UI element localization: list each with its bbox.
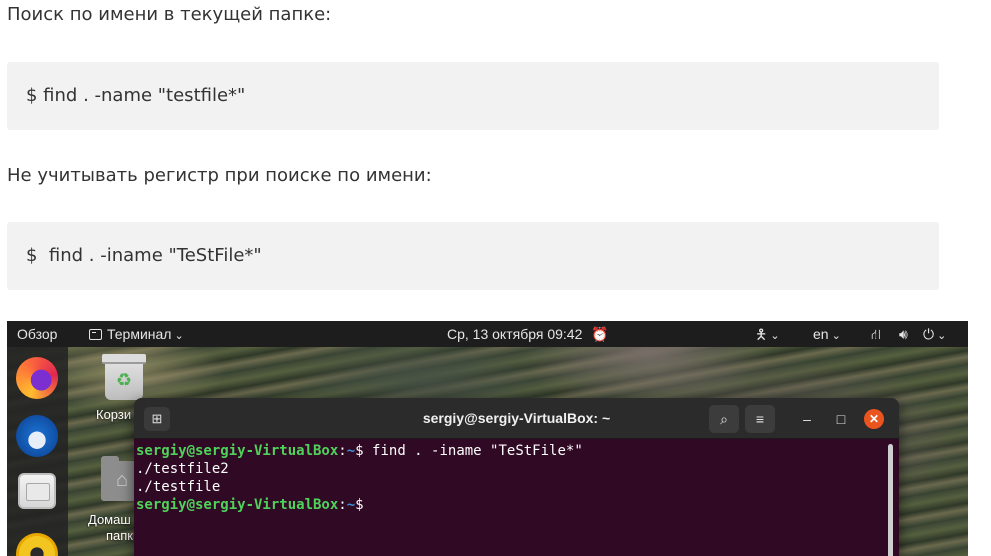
prompt-user: sergiy@sergiy-VirtualBox <box>136 497 339 513</box>
terminal-output[interactable]: sergiy@sergiy-VirtualBox:~$ find . -inam… <box>134 440 899 556</box>
chevron-down-icon: ⌄ <box>770 330 780 342</box>
home-folder-label: Домаш <box>88 512 131 527</box>
prompt-separator: : <box>338 497 347 513</box>
clock[interactable]: Ср, 13 октября 09:42 ⏰ <box>447 321 609 347</box>
prompt-char: $ <box>355 497 364 513</box>
command-text: find . -iname "TeStFile*" <box>363 443 583 459</box>
instruction-text-name-search: Поиск по имени в текущей папке: <box>7 4 332 25</box>
volume-icon[interactable]: 🔊︎ <box>899 321 908 347</box>
app-menu-terminal[interactable]: Терминал ⌄ <box>89 321 184 347</box>
code-block-find-iname: $ find . -iname "TeStFile*" <box>7 222 939 290</box>
maximize-button[interactable]: □ <box>826 405 856 433</box>
prompt-char: $ <box>355 443 364 459</box>
chevron-down-icon: ⌄ <box>937 330 947 342</box>
maximize-icon: □ <box>836 411 846 427</box>
search-button[interactable]: ⌕ <box>709 405 739 433</box>
minimize-icon: – <box>803 411 811 427</box>
terminal-title: sergiy@sergiy-VirtualBox: ~ <box>422 410 611 426</box>
menu-button[interactable]: ≡ <box>745 405 775 433</box>
keyboard-layout-label: en <box>813 326 829 342</box>
chevron-down-icon: ⌄ <box>174 330 184 342</box>
trash-label: Корзи <box>96 407 132 422</box>
close-button[interactable]: ✕ <box>864 409 884 429</box>
output-line: ./testfile2 <box>136 461 229 477</box>
power-menu[interactable]: ⏻ ⌄ <box>923 321 946 347</box>
code-block-find-name: $ find . -name "testfile*" <box>7 62 939 130</box>
window-icon <box>89 329 102 340</box>
accessibility-menu[interactable]: 🯅 ⌄ <box>755 321 780 347</box>
network-icon[interactable]: ⛙ <box>871 321 881 347</box>
prompt-user: sergiy@sergiy-VirtualBox <box>136 443 339 459</box>
app-menu-label: Терминал <box>107 326 172 342</box>
keyboard-layout-menu[interactable]: en ⌄ <box>813 321 841 347</box>
gnome-top-bar: Обзор Терминал ⌄ Ср, 13 октября 09:42 ⏰ 🯅… <box>7 321 968 347</box>
dock <box>7 347 68 556</box>
rhythmbox-icon[interactable] <box>16 533 58 556</box>
instruction-text-iname-search: Не учитывать регистр при поиске по имени… <box>7 165 432 186</box>
prompt-path: ~ <box>346 497 356 513</box>
prompt-path: ~ <box>346 443 356 459</box>
close-icon: ✕ <box>868 412 880 426</box>
files-icon[interactable] <box>18 473 56 509</box>
scrollbar[interactable] <box>888 444 893 556</box>
clock-text: Ср, 13 октября 09:42 <box>447 326 583 342</box>
thunderbird-icon[interactable] <box>16 415 58 457</box>
activities-button[interactable]: Обзор <box>17 321 57 347</box>
output-line: ./testfile <box>136 479 221 495</box>
minimize-button[interactable]: – <box>792 405 822 433</box>
power-icon: ⏻ <box>923 326 935 342</box>
chevron-down-icon: ⌄ <box>831 330 841 342</box>
desktop-screenshot: Обзор Терминал ⌄ Ср, 13 октября 09:42 ⏰ 🯅… <box>7 321 968 556</box>
firefox-icon[interactable] <box>16 357 58 399</box>
trash-icon[interactable]: ♻ <box>102 354 146 400</box>
prompt-separator: : <box>338 443 347 459</box>
recycle-icon: ♻ <box>115 370 133 390</box>
terminal-window[interactable]: ⊞ sergiy@sergiy-VirtualBox: ~ ⌕ ≡ – □ ✕ … <box>134 398 899 556</box>
command-line: sergiy@sergiy-VirtualBox:~$ find . -inam… <box>136 442 899 460</box>
search-icon: ⌕ <box>720 411 728 427</box>
prompt-line: sergiy@sergiy-VirtualBox:~$ <box>136 496 899 514</box>
hamburger-icon: ≡ <box>755 411 765 427</box>
alarm-icon: ⏰ <box>591 326 609 342</box>
home-folder-label-2: папк <box>106 528 133 543</box>
terminal-header-bar[interactable]: ⊞ sergiy@sergiy-VirtualBox: ~ ⌕ ≡ – □ ✕ <box>134 398 899 439</box>
accessibility-icon: 🯅 <box>755 326 768 342</box>
